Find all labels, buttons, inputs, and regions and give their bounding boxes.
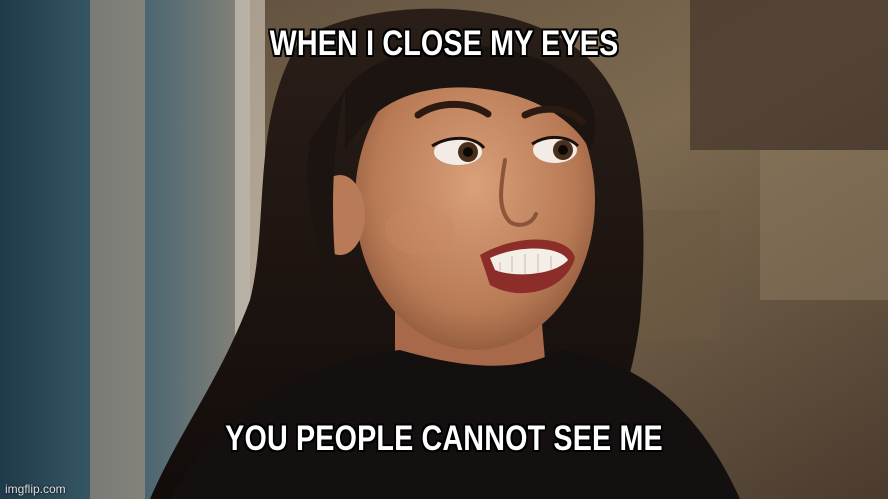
top-caption: WHEN I CLOSE MY EYES (269, 24, 619, 63)
bottom-caption: YOU PEOPLE CANNOT SEE ME (225, 419, 663, 458)
meme-image: WHEN I CLOSE MY EYES YOU PEOPLE CANNOT S… (0, 0, 888, 499)
watermark: imgflip.com (5, 482, 66, 496)
